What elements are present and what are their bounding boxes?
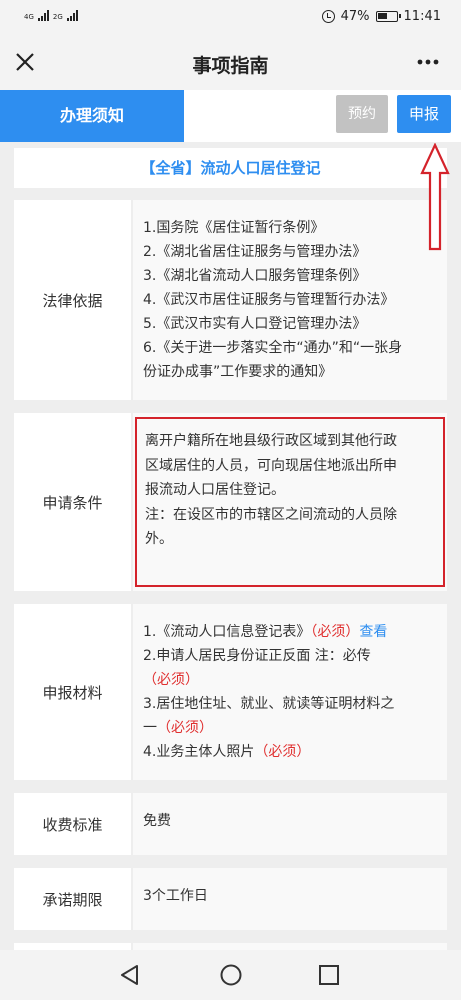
legal-item: 2.《湖北省居住证服务与管理办法》 xyxy=(143,244,367,260)
battery-percent: 47% xyxy=(340,9,370,24)
signal2-label: 2G xyxy=(52,13,63,21)
condition-line: 报流动人口居住登记。 xyxy=(145,482,285,498)
legal-basis-value: 1.国务院《居住证暂行条例》 2.《湖北省居住证服务与管理办法》 3.《湖北省流… xyxy=(133,200,447,400)
required-tag: （必须） xyxy=(143,672,199,688)
page-title: 事项指南 xyxy=(192,55,269,77)
nav-bar: 事项指南 xyxy=(0,36,461,90)
recent-apps-icon[interactable] xyxy=(318,964,340,986)
condition-line: 区域居住的人员，可向现居住地派出所申 xyxy=(145,457,397,474)
apply-button[interactable]: 申报 xyxy=(397,95,451,133)
condition-line: 离开户籍所在地县级行政区域到其他行政 xyxy=(145,433,397,449)
required-tag: （必须） xyxy=(254,744,311,760)
view-link[interactable]: 查看 xyxy=(359,624,387,640)
material-item-2-text: 2.申请人居民身份证正反面 注：必传 xyxy=(143,648,371,664)
condition-line: 注：在设区市的市辖区之间流动的人员除 xyxy=(145,506,397,523)
fee-label: 收费标准 xyxy=(14,793,131,855)
material-item-1-text: 1.《流动人口信息登记表》 xyxy=(143,624,311,640)
material-item-3-cont-text: 一 xyxy=(143,720,157,736)
signal1-label: 4G xyxy=(24,13,34,21)
materials-value: 1.《流动人口信息登记表》（必须）查看 2.申请人居民身份证正反面 注：必传 （… xyxy=(133,604,447,780)
legal-item: 4.《武汉市居住证服务与管理暂行办法》 xyxy=(143,292,395,308)
item-heading: 【全省】流动人口居住登记 xyxy=(14,148,447,188)
status-bar: 4G 2G 47% 11:41 xyxy=(0,0,461,36)
clock: 11:41 xyxy=(403,9,441,24)
condition-line: 外。 xyxy=(145,531,173,547)
legal-item: 6.《关于进一步落实全市“通办”和“一张身 xyxy=(143,340,403,356)
legal-item: 份证办成事”工作要求的通知》 xyxy=(143,364,333,380)
deadline-label: 承诺期限 xyxy=(14,868,131,930)
material-item-4-text: 4.业务主体人照片 xyxy=(143,744,255,760)
conditions-label: 申请条件 xyxy=(14,413,131,591)
highlight-box: 离开户籍所在地县级行政区域到其他行政 区域居住的人员，可向现居住地派出所申 报流… xyxy=(135,417,445,587)
system-nav-bar xyxy=(0,950,461,1000)
materials-row: 申报材料 1.《流动人口信息登记表》（必须）查看 2.申请人居民身份证正反面 注… xyxy=(14,604,447,780)
deadline-row: 承诺期限 3个工作日 xyxy=(14,868,447,930)
material-item-1: 1.《流动人口信息登记表》（必须）查看 xyxy=(143,620,437,644)
status-right: 47% 11:41 xyxy=(321,9,441,24)
signal1-bars-icon xyxy=(37,9,49,21)
signal-indicators: 4G 2G xyxy=(24,9,78,21)
conditions-value: 离开户籍所在地县级行政区域到其他行政 区域居住的人员，可向现居住地派出所申 报流… xyxy=(133,413,447,591)
conditions-row: 申请条件 离开户籍所在地县级行政区域到其他行政 区域居住的人员，可向现居住地派出… xyxy=(14,413,447,591)
legal-item: 1.国务院《居住证暂行条例》 xyxy=(143,220,325,236)
legal-basis-label: 法律依据 xyxy=(14,200,131,400)
back-triangle-icon[interactable] xyxy=(118,963,142,987)
signal2-bars-icon xyxy=(66,9,78,21)
alarm-icon xyxy=(321,10,335,23)
action-bar: 办理须知 预约 申报 xyxy=(0,90,461,142)
more-icon[interactable] xyxy=(413,50,443,74)
deadline-value: 3个工作日 xyxy=(133,868,447,930)
materials-label: 申报材料 xyxy=(14,604,131,780)
legal-basis-row: 法律依据 1.国务院《居住证暂行条例》 2.《湖北省居住证服务与管理办法》 3.… xyxy=(14,200,447,400)
tab-notice[interactable]: 办理须知 xyxy=(0,90,184,142)
material-item-4: 4.业务主体人照片（必须） xyxy=(143,740,437,764)
reserve-button[interactable]: 预约 xyxy=(336,95,388,133)
material-item-3-cont: 一（必须） xyxy=(143,716,437,740)
battery-icon xyxy=(375,11,401,22)
legal-item: 3.《湖北省流动人口服务管理条例》 xyxy=(143,268,367,284)
required-tag: （必须） xyxy=(157,720,213,736)
fee-row: 收费标准 免费 xyxy=(14,793,447,855)
material-item-3-text: 3.居住地住址、就业、就读等证明材料之 xyxy=(143,696,395,712)
arrow-annotation-icon xyxy=(420,143,450,251)
legal-item: 5.《武汉市实有人口登记管理办法》 xyxy=(143,316,367,332)
fee-value: 免费 xyxy=(133,793,447,855)
home-circle-icon[interactable] xyxy=(219,963,243,987)
required-tag: （必须） xyxy=(310,624,360,640)
